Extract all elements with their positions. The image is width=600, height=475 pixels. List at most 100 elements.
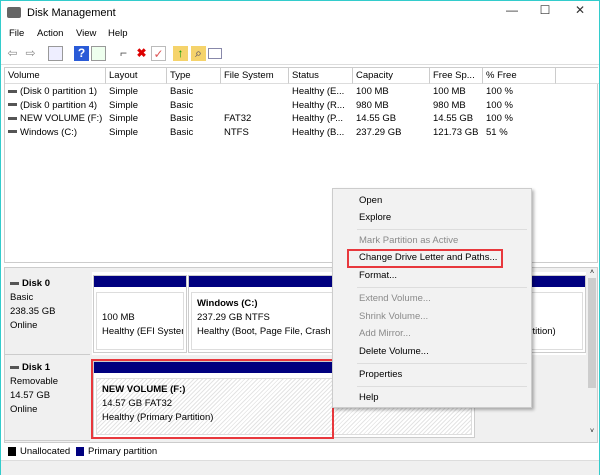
menu-add-mirror: Add Mirror... [359, 328, 411, 339]
legend-unallocated: Unallocated [20, 446, 71, 457]
cell-text: Windows (C:) [20, 126, 78, 138]
properties-pane-icon[interactable] [91, 46, 106, 61]
context-menu: Open Explore Mark Partition as Active Ch… [332, 188, 532, 408]
menu-help[interactable]: Help [359, 390, 379, 406]
table-row[interactable]: (Disk 0 partition 1) Simple Basic Healthy (… [5, 85, 597, 98]
menu-extend-volume: Extend Volume... [359, 293, 431, 304]
cell-text: 980 MB [433, 99, 466, 111]
disk-type: Removable [10, 376, 59, 387]
menu-mark-active: Mark Partition as Active [359, 235, 459, 246]
back-icon[interactable]: ⇦ [5, 46, 20, 61]
table-cell: Basic [167, 126, 193, 139]
col-volume[interactable]: Volume [5, 68, 106, 84]
help-icon[interactable]: ? [74, 46, 89, 61]
table-cell: 100 MB [430, 85, 466, 98]
table-cell: 121.73 GB [430, 126, 478, 139]
title-bar: Disk Management — ☐ ✕ [1, 1, 599, 25]
col-capacity[interactable]: Capacity [353, 68, 430, 84]
menu-properties[interactable]: Properties [359, 367, 402, 383]
highlight-box [91, 359, 334, 439]
table-cell: 100 % [483, 85, 513, 98]
table-row[interactable]: (Disk 0 partition 4) Simple Basic Healthy (… [5, 99, 597, 112]
col-percent-free[interactable]: % Free [483, 68, 556, 84]
scroll-down-icon[interactable]: ˅ [587, 428, 597, 435]
disk-name: Disk 1 [22, 362, 50, 373]
forward-icon[interactable]: ⇨ [23, 46, 38, 61]
col-layout[interactable]: Layout [106, 68, 167, 84]
cell-text: Simple [109, 99, 139, 111]
menu-action[interactable]: Action [37, 28, 63, 39]
minimize-button[interactable]: — [498, 3, 526, 21]
drive-icon [8, 103, 17, 107]
menu-help[interactable]: Help [108, 28, 128, 39]
delete-icon[interactable]: ✖ [134, 46, 149, 61]
table-cell: Basic [167, 112, 193, 125]
scrollbar[interactable]: ˄ ˅ [587, 269, 597, 441]
folder-up-icon[interactable]: ↑ [173, 46, 188, 61]
menu-explore[interactable]: Explore [359, 210, 391, 226]
primary-swatch [76, 447, 84, 456]
cell-text: 100 MB [433, 86, 466, 97]
col-file-system[interactable]: File System [221, 68, 289, 84]
table-cell: Healthy (E... [289, 85, 344, 98]
col-free-space[interactable]: Free Sp... [430, 68, 483, 84]
disk-type: Basic [10, 292, 34, 303]
scroll-up-icon[interactable]: ˄ [587, 269, 597, 276]
cell-text: 100 % [486, 86, 513, 97]
table-cell: 14.55 GB [353, 112, 396, 125]
console-tree-icon[interactable] [48, 46, 63, 61]
scroll-thumb[interactable] [588, 278, 596, 388]
cell-text: Basic [170, 113, 194, 124]
disk-1-label[interactable]: Disk 1 Removable 14.57 GB Online [5, 356, 90, 441]
table-cell: (Disk 0 partition 4) [5, 99, 97, 112]
table-row[interactable]: Windows (C:) Simple Basic NTFS Healthy (B...… [5, 126, 597, 139]
col-type[interactable]: Type [167, 68, 221, 84]
table-cell: 14.55 GB [430, 112, 473, 125]
cell-text: Simple [109, 86, 139, 97]
cell-text: Healthy (B... [292, 126, 345, 138]
window-title: Disk Management [27, 7, 116, 19]
cell-text: Simple [109, 113, 139, 124]
table-cell: FAT32 [221, 112, 251, 125]
disk-name: Disk 0 [22, 278, 50, 289]
close-button[interactable]: ✕ [566, 3, 594, 21]
disk-status: Online [10, 404, 38, 415]
partition-size: 237.29 GB NTFS [197, 312, 270, 323]
menu-view[interactable]: View [76, 28, 96, 39]
cell-text: FAT32 [224, 113, 252, 124]
status-bar [1, 460, 599, 475]
cell-text: Healthy (R... [292, 99, 345, 111]
menu-file[interactable]: File [9, 28, 24, 39]
menu-shrink-volume: Shrink Volume... [359, 311, 429, 322]
toolbar: ⇦ ⇨ ? ⌐ ✖ ✓ ↑ ⌕ [1, 43, 599, 65]
menu-open[interactable]: Open [359, 193, 382, 209]
maximize-button[interactable]: ☐ [531, 3, 559, 21]
check-icon[interactable]: ✓ [151, 46, 166, 61]
table-cell: Windows (C:) [5, 126, 77, 139]
partition-size: 100 MB [102, 312, 135, 323]
cell-text: 100 MB [356, 86, 389, 97]
folder-search-icon[interactable]: ⌕ [191, 46, 206, 61]
table-cell: 980 MB [430, 99, 466, 112]
table-row[interactable]: NEW VOLUME (F:) Simple Basic FAT32 Healthy (… [5, 112, 597, 125]
table-cell: 100 % [483, 99, 513, 112]
cell-text: Basic [170, 86, 194, 97]
disk-0-label[interactable]: Disk 0 Basic 238.35 GB Online [5, 272, 90, 355]
highlight-box [347, 249, 503, 268]
menu-bar: File Action View Help [1, 26, 599, 42]
cell-text: NTFS [224, 126, 249, 138]
cell-text: Healthy (E... [292, 86, 345, 97]
list-icon[interactable] [208, 48, 222, 59]
menu-format[interactable]: Format... [359, 268, 397, 284]
table-cell: NTFS [221, 126, 249, 139]
disk-management-icon [7, 7, 21, 18]
col-status[interactable]: Status [289, 68, 353, 84]
table-cell: 980 MB [353, 99, 389, 112]
disk-status: Online [10, 320, 38, 331]
cell-text: 121.73 GB [433, 126, 479, 138]
cell-text: 100 % [486, 113, 513, 124]
connect-icon[interactable]: ⌐ [116, 46, 131, 61]
partition-efi[interactable]: 100 MB Healthy (EFI System [93, 275, 187, 353]
table-cell: Basic [167, 99, 193, 112]
menu-delete-volume[interactable]: Delete Volume... [359, 344, 429, 360]
